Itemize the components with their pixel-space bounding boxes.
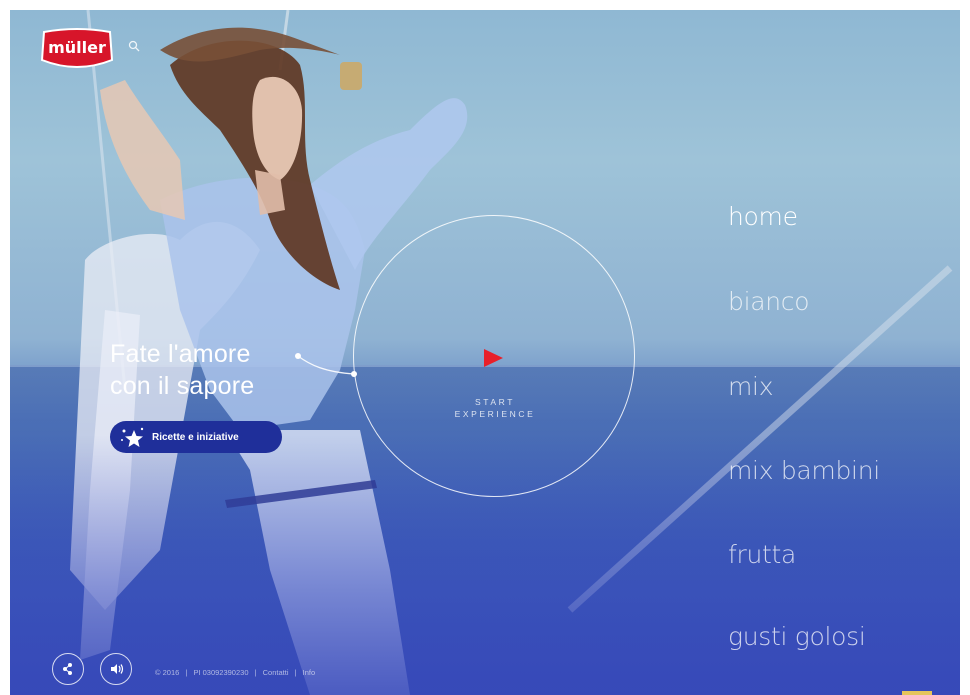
hero-headline: Fate l'amore con il sapore	[110, 338, 254, 402]
nav-item-home[interactable]: home	[728, 202, 798, 231]
footer-sep-3: |	[294, 668, 297, 677]
start-line-1: START	[474, 397, 516, 407]
footer-copyright: © 2016	[155, 668, 180, 677]
footer-contacts-link[interactable]: Contatti	[263, 668, 289, 677]
page-frame: müller Fate l'amore con il sapore Ricett…	[10, 10, 960, 695]
start-line-2: EXPERIENCE	[454, 409, 536, 419]
start-experience-label[interactable]: START EXPERIENCE	[415, 396, 575, 420]
footer-info-link[interactable]: Info	[303, 668, 316, 677]
footer-vat: PI 03092390230	[193, 668, 249, 677]
svg-text:müller: müller	[48, 38, 106, 57]
nav-item-mix-bambini[interactable]: mix bambini	[728, 456, 880, 485]
nav-item-gusti-golosi[interactable]: gusti golosi	[728, 622, 866, 651]
headline-line-2: con il sapore	[110, 372, 255, 400]
search-icon[interactable]	[128, 40, 140, 52]
corner-accent	[902, 691, 932, 695]
star-icon	[121, 427, 144, 447]
nav-item-bianco[interactable]: bianco	[728, 287, 810, 316]
nav-item-frutta[interactable]: frutta	[728, 540, 796, 569]
play-icon[interactable]	[484, 349, 503, 367]
headline-line-1: Fate l'amore	[110, 340, 251, 368]
sound-button[interactable]	[100, 653, 132, 685]
footer-sep-1: |	[185, 668, 188, 677]
recipes-button[interactable]: Ricette e iniziative	[110, 421, 282, 453]
muller-logo[interactable]: müller	[38, 28, 116, 70]
share-icon	[63, 663, 72, 675]
share-button[interactable]	[52, 653, 84, 685]
recipes-button-label: Ricette e iniziative	[152, 431, 239, 443]
footer-info: © 2016 | PI 03092390230 | Contatti | Inf…	[155, 668, 319, 677]
nav-item-mix[interactable]: mix	[728, 372, 774, 401]
footer-sep-2: |	[254, 668, 257, 677]
logo-mark: müller	[40, 28, 114, 68]
sound-icon	[111, 664, 124, 674]
